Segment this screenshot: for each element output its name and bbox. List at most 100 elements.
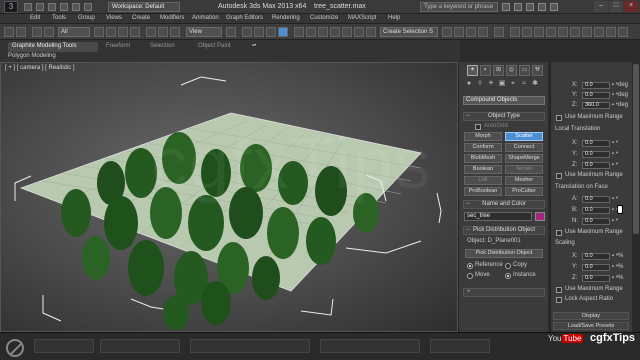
project-folder-icon[interactable] (84, 3, 92, 11)
face-max-range-checkbox[interactable] (556, 230, 562, 236)
help-icon[interactable] (550, 3, 558, 11)
morph-button[interactable]: Morph (464, 132, 502, 141)
mesher-button[interactable]: Mesher (505, 176, 543, 185)
reference-coord-dropdown[interactable]: View (186, 27, 222, 37)
autogrid-checkbox[interactable] (475, 124, 481, 130)
favorites-icon[interactable] (538, 3, 546, 11)
material-editor-icon[interactable] (442, 27, 452, 37)
spinner-icon[interactable]: ▲▼ (611, 264, 619, 271)
new-file-icon[interactable] (24, 3, 32, 11)
object-name-field[interactable]: sec_tree (464, 212, 532, 221)
pick-distribution-button[interactable]: Pick Distribution Object (465, 249, 543, 258)
max-online-icon[interactable] (534, 27, 544, 37)
curve-editor-icon[interactable] (354, 27, 364, 37)
spinner-icon[interactable]: ▲▼ (611, 140, 619, 147)
systems-icon[interactable]: ✱ (530, 79, 540, 88)
viewport-label[interactable]: [ + ] [ camera ] [ Realistic ] (5, 65, 75, 71)
hierarchy-tab-icon[interactable]: ⊞ (493, 65, 504, 76)
region-select-icon[interactable] (118, 27, 128, 37)
create-tab-icon[interactable]: ✦ (467, 65, 478, 76)
spinner-icon[interactable]: ▲▼ (611, 162, 619, 169)
spinner-icon[interactable]: ▲▼ (611, 92, 619, 99)
spinner-icon[interactable]: ▲▼ (611, 151, 619, 158)
rollout-object-type[interactable]: − Object Type (463, 112, 545, 121)
menu-maxscript[interactable]: MAXScript (348, 15, 376, 21)
scale-icon[interactable] (170, 27, 180, 37)
toggle-icon[interactable] (510, 27, 520, 37)
close-icon[interactable]: × (624, 1, 638, 12)
menu-views[interactable]: Views (106, 15, 122, 21)
spinner-snap-icon[interactable] (278, 27, 288, 37)
menu-graph-editors[interactable]: Graph Editors (226, 15, 263, 21)
redo-icon[interactable] (72, 3, 80, 11)
scatter-button[interactable]: Scatter (505, 132, 543, 141)
subscription-icon[interactable] (514, 3, 522, 11)
render-setup-icon[interactable] (454, 27, 464, 37)
face-a-field[interactable]: 0.0 (582, 196, 610, 203)
workspace-dropdown[interactable]: Workspace: Default (108, 2, 180, 12)
spacewarps-icon[interactable]: ≈ (519, 79, 529, 88)
display-tab-icon[interactable]: ▭ (519, 65, 530, 76)
category-dropdown[interactable]: Compound Objects (463, 96, 545, 105)
scale-z-field[interactable]: 0.0 (582, 275, 610, 282)
layer-icon[interactable] (330, 27, 340, 37)
hide-icon[interactable] (570, 27, 580, 37)
menu-edit[interactable]: Edit (30, 15, 40, 21)
align-icon[interactable] (318, 27, 328, 37)
menu-animation[interactable]: Animation (192, 15, 219, 21)
viewport-layout-icon[interactable] (546, 27, 556, 37)
local-max-range-checkbox[interactable] (556, 173, 562, 179)
edit-named-sel-icon[interactable] (294, 27, 304, 37)
shapemerge-button[interactable]: ShapeMerge (505, 154, 543, 163)
window-crossing-icon[interactable] (130, 27, 140, 37)
percent-snap-icon[interactable] (266, 27, 276, 37)
rollout-load-save-presets[interactable]: Load/Save Presets (553, 322, 629, 330)
select-object-icon[interactable] (94, 27, 104, 37)
helpers-icon[interactable]: ⌖ (508, 79, 518, 88)
teapot-render-icon[interactable] (494, 27, 504, 37)
rotation-z-field[interactable]: 360.0 (582, 102, 610, 109)
menu-rendering[interactable]: Rendering (272, 15, 300, 21)
rotation-max-range-checkbox[interactable] (556, 115, 562, 121)
copy-radio[interactable] (505, 263, 511, 269)
spinner-icon[interactable]: ▲▼ (611, 218, 619, 225)
tab-freeform[interactable]: Freeform (106, 43, 130, 52)
move-radio[interactable] (467, 273, 473, 279)
local-z-field[interactable]: 0.0 (582, 162, 610, 169)
adjust-icon[interactable] (558, 27, 568, 37)
undo-icon[interactable] (60, 3, 68, 11)
tab-object-paint[interactable]: Object Paint (198, 43, 231, 52)
lights-icon[interactable]: ☀ (486, 79, 496, 88)
undo-button[interactable] (4, 27, 14, 37)
zoom-icon[interactable] (606, 27, 616, 37)
proboolean-button[interactable]: ProBoolean (464, 187, 502, 196)
rollout-name-color[interactable]: − Name and Color (463, 200, 545, 209)
maximize-icon[interactable]: □ (609, 1, 623, 12)
rotation-y-field[interactable]: 0.0 (582, 92, 610, 99)
menu-modifiers[interactable]: Modifiers (160, 15, 184, 21)
scene-explorer-icon[interactable] (522, 27, 532, 37)
connect-button[interactable]: Connect (505, 143, 543, 152)
spinner-icon[interactable]: ▲▼ (611, 275, 619, 282)
menu-create[interactable]: Create (132, 15, 150, 21)
schematic-icon[interactable] (366, 27, 376, 37)
procutter-button[interactable]: ProCutter (505, 187, 543, 196)
communication-icon[interactable] (526, 3, 534, 11)
boolean-button[interactable]: Boolean (464, 165, 502, 174)
rollout-display[interactable]: Display (553, 312, 629, 320)
ribbon-options-icon[interactable]: ▪• (252, 43, 256, 52)
save-file-icon[interactable] (48, 3, 56, 11)
frame-icon[interactable] (594, 27, 604, 37)
snap-icon[interactable] (242, 27, 252, 37)
rotate-icon[interactable] (158, 27, 168, 37)
geometry-icon[interactable]: ● (464, 79, 474, 88)
graphite-icon[interactable] (342, 27, 352, 37)
selection-filter-dropdown[interactable]: All (58, 27, 90, 37)
tab-selection[interactable]: Selection (150, 43, 175, 52)
search-icon[interactable] (502, 3, 510, 11)
motion-tab-icon[interactable]: ◎ (506, 65, 517, 76)
window-icon[interactable] (618, 27, 628, 37)
lock-aspect-checkbox[interactable] (556, 297, 562, 303)
face-n-field[interactable]: 0.0 (582, 218, 610, 225)
spinner-icon[interactable]: ▲▼ (611, 196, 619, 203)
